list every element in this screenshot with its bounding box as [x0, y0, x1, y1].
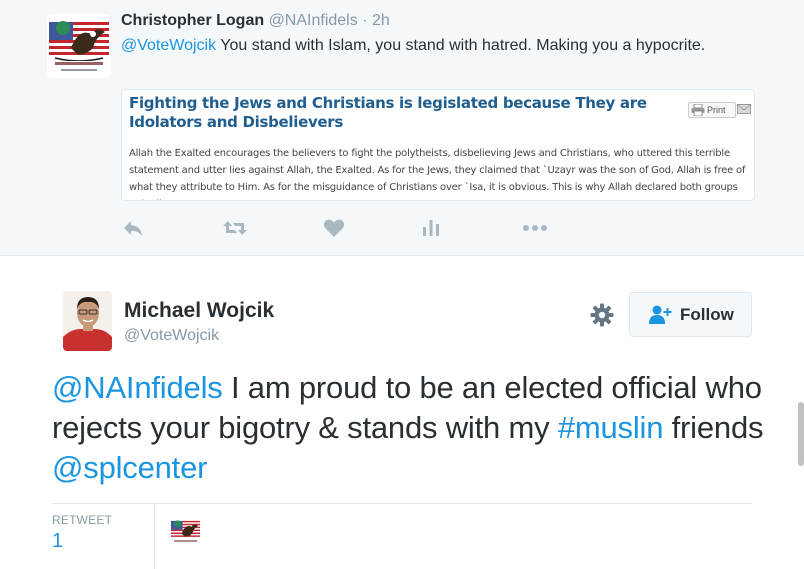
retweeter-avatar[interactable] [170, 517, 201, 548]
avatar-photo [63, 291, 112, 351]
like-icon[interactable] [322, 216, 346, 240]
retweet-icon[interactable] [222, 216, 247, 240]
printer-icon [691, 104, 705, 116]
follow-user-icon [649, 305, 672, 324]
parent-tweet-body: You stand with Islam, you stand with hat… [216, 37, 706, 54]
parent-tweet-text: @VoteWojcik You stand with Islam, you st… [121, 35, 721, 57]
card-excerpt: Allah the Exalted encourages the believe… [129, 148, 746, 200]
print-button[interactable]: Print [688, 102, 736, 118]
email-icon[interactable] [737, 102, 751, 116]
link-preview-card[interactable]: Fighting the Jews and Christians is legi… [121, 89, 755, 201]
parent-avatar[interactable] [47, 14, 111, 78]
author-avatar[interactable] [63, 291, 112, 351]
card-title[interactable]: Fighting the Jews and Christians is legi… [129, 94, 674, 132]
author-handle[interactable]: @VoteWojcik [124, 327, 219, 345]
parent-timestamp[interactable]: 2h [372, 12, 390, 29]
tweet-text-segment: friends [663, 410, 764, 445]
mention-link[interactable]: @NAInfidels [52, 370, 223, 405]
tweet-actions [121, 214, 551, 240]
separator-dot: · [362, 12, 368, 29]
follow-button[interactable]: Follow [629, 292, 752, 337]
mention-link[interactable]: @VoteWojcik [121, 37, 216, 54]
gear-icon[interactable] [589, 302, 615, 328]
stat-separator [154, 504, 155, 569]
parent-tweet[interactable]: Christopher Logan @NAInfidels · 2h @Vote… [0, 0, 804, 256]
mention-link[interactable]: @splcenter [52, 450, 207, 485]
reply-icon[interactable] [121, 216, 145, 240]
follow-label: Follow [680, 305, 734, 324]
hashtag-link[interactable]: #muslin [558, 410, 664, 445]
print-label: Print [707, 105, 726, 115]
retweet-count[interactable]: 1 [52, 530, 63, 553]
parent-header: Christopher Logan @NAInfidels · 2h [121, 12, 390, 30]
parent-author-handle[interactable]: @NAInfidels [269, 12, 358, 29]
more-icon[interactable] [521, 216, 547, 240]
retweet-stat-label: RETWEET [52, 513, 113, 527]
tweet-text: @NAInfidels I am proud to be an elected … [52, 368, 772, 488]
author-name[interactable]: Michael Wojcik [124, 299, 274, 323]
north-american-infidels-logo [47, 14, 111, 78]
analytics-icon[interactable] [419, 216, 443, 240]
scrollbar-thumb[interactable] [798, 402, 804, 466]
divider [52, 503, 752, 504]
parent-author-name[interactable]: Christopher Logan [121, 12, 264, 29]
north-american-infidels-logo [170, 517, 201, 548]
